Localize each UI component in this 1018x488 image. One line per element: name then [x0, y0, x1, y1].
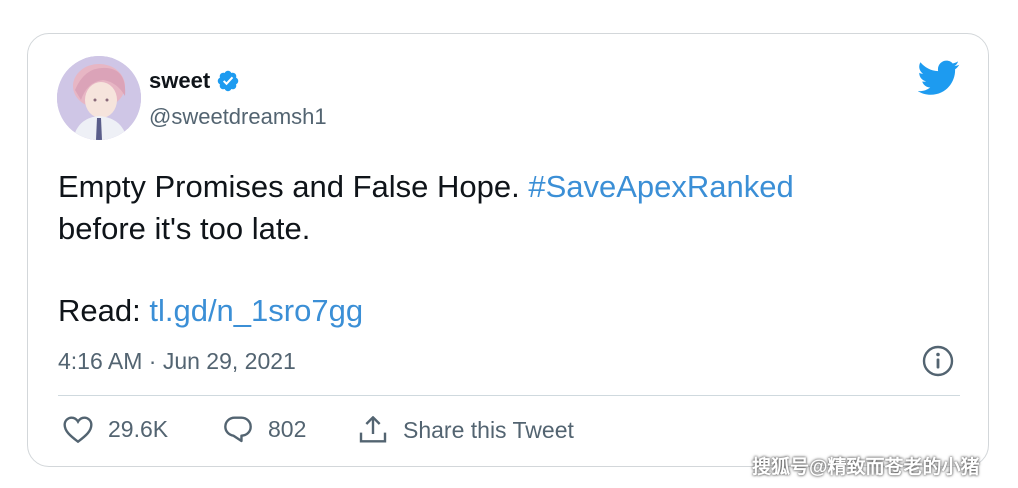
- verified-badge-icon: [217, 70, 239, 92]
- watermark: 搜狐号@精致而苍老的小猪: [752, 457, 980, 478]
- tweet-text-line2: before it's too late.: [58, 211, 311, 246]
- read-link[interactable]: tl.gd/n_1sro7gg: [149, 293, 363, 328]
- read-label: Read:: [58, 293, 150, 328]
- tweet-read-line: Read: tl.gd/n_1sro7gg: [58, 290, 363, 332]
- like-button[interactable]: 29.6K: [62, 414, 168, 444]
- share-button[interactable]: Share this Tweet: [357, 414, 574, 446]
- reply-button[interactable]: 802: [222, 414, 306, 444]
- avatar[interactable]: [57, 56, 141, 140]
- heart-icon: [63, 416, 93, 444]
- info-icon[interactable]: [921, 344, 955, 378]
- reply-icon: [224, 416, 252, 443]
- tweet-text-line1: Empty Promises and False Hope. #SaveApex…: [58, 166, 918, 208]
- reply-count: 802: [268, 416, 307, 442]
- tweet-card: [27, 33, 989, 467]
- share-icon: [359, 416, 387, 443]
- divider: [58, 395, 960, 396]
- share-label: Share this Tweet: [403, 417, 574, 443]
- hashtag-link[interactable]: #SaveApexRanked: [528, 169, 793, 204]
- tweet-text: Empty Promises and False Hope.: [58, 169, 529, 204]
- user-handle[interactable]: @sweetdreamsh1: [149, 104, 327, 130]
- timestamp[interactable]: 4:16 AM · Jun 29, 2021: [58, 346, 296, 376]
- display-name[interactable]: sweet: [149, 68, 210, 94]
- like-count: 29.6K: [108, 416, 169, 442]
- twitter-bird-icon[interactable]: [918, 60, 960, 96]
- author-row: sweet: [149, 68, 240, 94]
